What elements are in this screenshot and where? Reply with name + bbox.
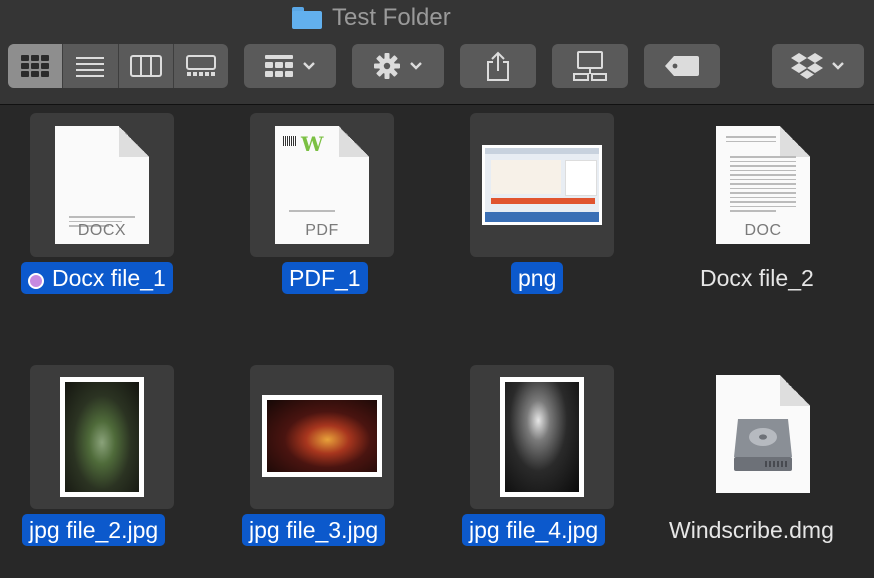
- file-thumbnail[interactable]: [30, 365, 174, 509]
- folder-icon: [292, 7, 322, 29]
- file-thumbnail[interactable]: [250, 365, 394, 509]
- gallery-view-button[interactable]: [174, 44, 228, 88]
- file-thumbnail[interactable]: [470, 365, 614, 509]
- document-icon: DOCX: [55, 126, 149, 244]
- file-name-label[interactable]: Docx file_1: [21, 262, 173, 294]
- file-name-label[interactable]: Windscribe.dmg: [662, 514, 841, 546]
- dropbox-icon: [791, 53, 823, 79]
- gallery-icon: [185, 55, 216, 76]
- file-ext-label: DOC: [744, 222, 782, 239]
- column-view-button[interactable]: [119, 44, 174, 88]
- disk-image-icon[interactable]: [716, 375, 810, 493]
- chevron-down-icon: [303, 62, 315, 70]
- columns-icon: [129, 55, 162, 77]
- photo-preview-image: [60, 377, 144, 497]
- photo-preview-image: [500, 377, 584, 497]
- action-button[interactable]: [352, 44, 444, 88]
- icon-view-button[interactable]: [8, 44, 64, 88]
- file-ext-label: DOCX: [77, 222, 127, 239]
- grid-icon: [21, 55, 50, 77]
- file-name-label[interactable]: PDF_1: [282, 262, 368, 294]
- file-name-label[interactable]: jpg file_2.jpg: [22, 514, 166, 546]
- file-thumbnail[interactable]: W PDF: [250, 113, 394, 257]
- file-name-label[interactable]: jpg file_3.jpg: [242, 514, 386, 546]
- list-icon: [76, 57, 105, 77]
- file-name-label[interactable]: Docx file_2: [693, 262, 821, 294]
- list-view-button[interactable]: [63, 44, 119, 88]
- chevron-down-icon: [410, 62, 422, 70]
- dropbox-button[interactable]: [772, 44, 864, 88]
- file-name-label[interactable]: png: [511, 262, 564, 294]
- document-icon[interactable]: DOC: [716, 126, 810, 244]
- group-by-button[interactable]: [244, 44, 336, 88]
- network-icon: [573, 51, 607, 81]
- file-thumbnail[interactable]: DOCX: [30, 113, 174, 257]
- group-grid-icon: [265, 55, 293, 77]
- pdf-document-icon: W PDF: [275, 126, 369, 244]
- toolbar: Test Folder: [0, 0, 874, 105]
- tags-button[interactable]: [644, 44, 720, 88]
- file-thumbnail[interactable]: [470, 113, 614, 257]
- view-switcher: [8, 44, 228, 88]
- file-ext-label: PDF: [305, 222, 339, 239]
- photo-preview-image: [262, 395, 382, 477]
- tag-icon: [665, 56, 699, 76]
- window-title: Test Folder: [292, 4, 451, 31]
- hard-drive-icon: [734, 419, 792, 471]
- share-icon: [487, 51, 509, 81]
- file-name-label[interactable]: jpg file_4.jpg: [462, 514, 606, 546]
- chevron-down-icon: [832, 62, 844, 70]
- purple-tag-icon: [28, 273, 44, 289]
- share-button[interactable]: [460, 44, 536, 88]
- gear-icon: [374, 53, 400, 79]
- connect-server-button[interactable]: [552, 44, 628, 88]
- window-title-text: Test Folder: [332, 4, 451, 31]
- screenshot-preview-image: [482, 145, 602, 225]
